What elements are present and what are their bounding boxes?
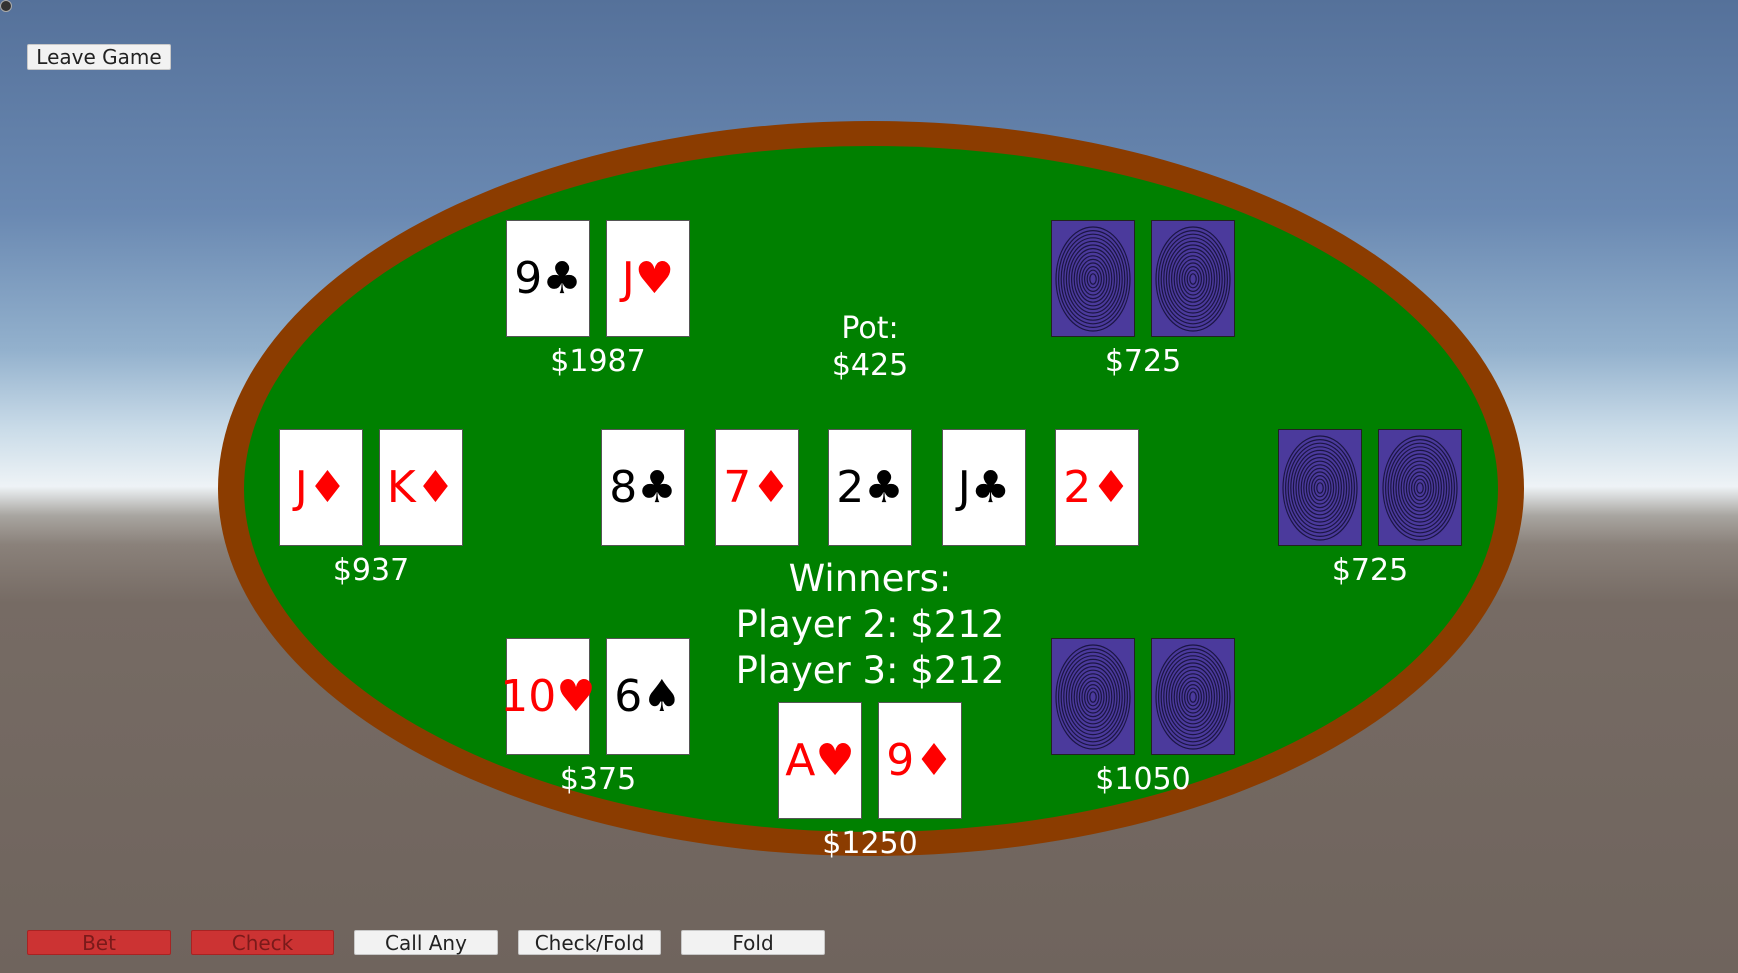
check-fold-button[interactable]: Check/Fold [518,930,661,955]
game-scene: Leave Game Pot: $425 8♣ 7♦ 2♣ J♣ 2♦ Winn… [0,0,1738,973]
pot-display: Pot: $425 [770,310,970,384]
community-card-2: 7♦ [715,429,799,546]
concentric-ring-icon [1282,434,1358,541]
seat-right-card-back-2 [1378,429,1462,546]
seat-right-chips: $725 [1331,553,1409,588]
community-card-4: J♣ [942,429,1026,546]
winner-line: Player 2: $212 [735,603,1005,646]
community-card-1: 8♣ [601,429,685,546]
winner-line: Player 3: $212 [735,649,1005,692]
winners-display: Winners: Player 2: $212 Player 3: $212 [670,556,1070,694]
seat-bottom-center-card-2: 9♦ [878,702,962,819]
seat-top-right-chips: $725 [1104,344,1182,379]
pot-amount: $425 [831,348,909,383]
concentric-ring-icon [1155,643,1231,750]
winners-title: Winners: [788,557,952,600]
pot-label: Pot: [841,311,899,346]
concentric-ring-icon [1155,225,1231,332]
seat-bottom-center-card-1: A♥ [778,702,862,819]
corner-handle-icon [0,0,12,12]
seat-top-right-card-back-2 [1151,220,1235,337]
seat-bottom-right-card-back-1 [1051,638,1135,755]
seat-top-left-card-1: 9♣ [506,220,590,337]
community-card-5: 2♦ [1055,429,1139,546]
seat-left-chips: $937 [332,553,410,588]
seat-left-card-1: J♦ [279,429,363,546]
community-card-3: 2♣ [828,429,912,546]
seat-bottom-left-chips: $375 [559,762,637,797]
seat-bottom-right-chips: $1050 [1095,762,1191,797]
seat-left-card-2: K♦ [379,429,463,546]
seat-right-card-back-1 [1278,429,1362,546]
seat-bottom-left-card-1: 10♥ [500,638,596,755]
bet-button[interactable]: Bet [27,930,171,955]
seat-top-right-card-back-1 [1051,220,1135,337]
seat-bottom-right-card-back-2 [1151,638,1235,755]
seat-bottom-center-chips: $1250 [822,826,918,861]
check-button[interactable]: Check [191,930,334,955]
concentric-ring-icon [1382,434,1458,541]
seat-bottom-left-card-2: 6♠ [606,638,690,755]
leave-game-button[interactable]: Leave Game [27,44,171,70]
call-any-button[interactable]: Call Any [354,930,498,955]
fold-button[interactable]: Fold [681,930,825,955]
seat-top-left-card-2: J♥ [606,220,690,337]
concentric-ring-icon [1055,643,1131,750]
seat-top-left-chips: $1987 [550,344,646,379]
concentric-ring-icon [1055,225,1131,332]
